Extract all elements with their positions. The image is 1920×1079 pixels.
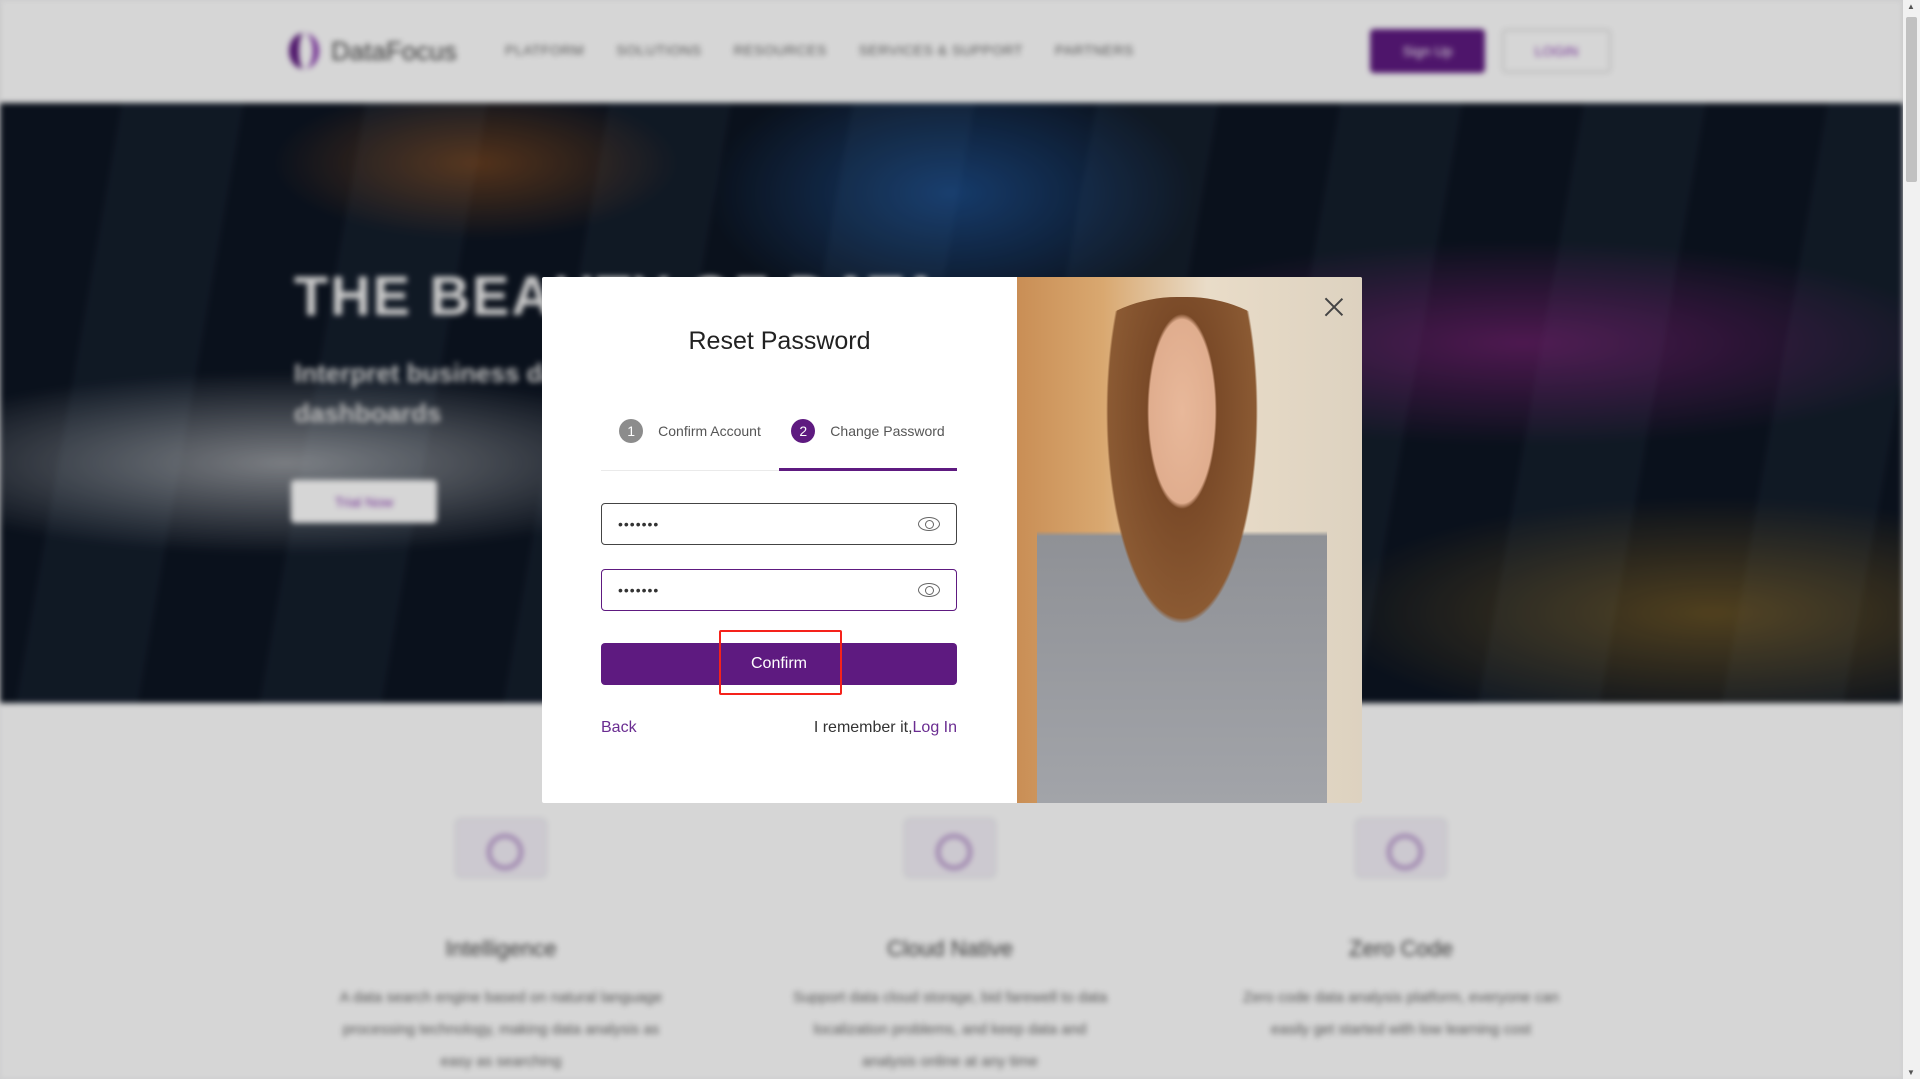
confirm-password-field[interactable]: [601, 569, 957, 611]
confirm-button[interactable]: Confirm: [601, 643, 957, 685]
form-panel: Reset Password 1 Confirm Account 2 Chang…: [542, 277, 1017, 803]
scrollbar-thumb[interactable]: [1906, 17, 1917, 182]
new-password-input[interactable]: [618, 516, 898, 532]
stepper: 1 Confirm Account 2 Change Password: [601, 411, 957, 471]
step-number: 1: [619, 419, 644, 443]
step-change-password: 2 Change Password: [779, 411, 957, 471]
dialog-title: Reset Password: [688, 327, 871, 355]
log-in-link[interactable]: Log In: [913, 719, 957, 736]
page-scrollbar[interactable]: ▲ ▼: [1903, 0, 1920, 1079]
new-password-field[interactable]: [601, 503, 957, 545]
remember-text: I remember it,Log In: [814, 719, 957, 737]
reset-password-dialog: Reset Password 1 Confirm Account 2 Chang…: [542, 277, 1362, 803]
person-figure: [1037, 297, 1327, 803]
step-label: Confirm Account: [658, 423, 761, 439]
remember-label: I remember it,: [813, 719, 913, 736]
step-number: 2: [791, 419, 816, 443]
step-label: Change Password: [830, 423, 945, 439]
woman-portrait-image: [1017, 277, 1362, 803]
scroll-up-arrow-icon[interactable]: ▲: [1907, 2, 1915, 11]
back-link[interactable]: Back: [601, 719, 637, 737]
close-icon[interactable]: [1324, 297, 1344, 317]
confirm-password-input[interactable]: [618, 582, 898, 598]
eye-icon[interactable]: [918, 583, 940, 597]
eye-icon[interactable]: [918, 517, 940, 531]
step-confirm-account: 1 Confirm Account: [601, 411, 779, 471]
scroll-down-arrow-icon[interactable]: ▼: [1907, 1068, 1915, 1077]
